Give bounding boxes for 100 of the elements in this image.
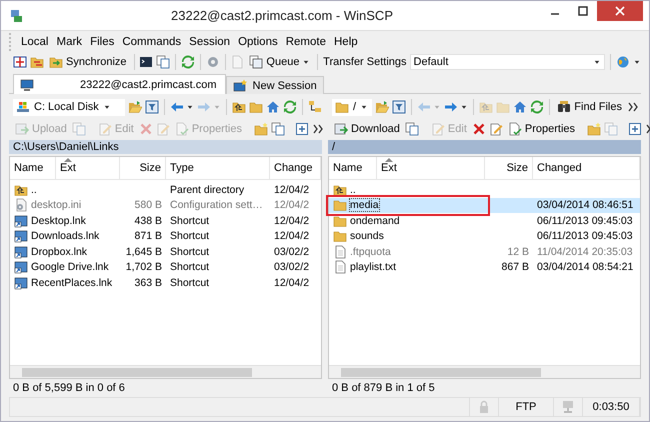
dropdown-caret-icon[interactable]	[302, 58, 310, 66]
gear-icon[interactable]	[206, 55, 220, 69]
shortcut-icon	[14, 214, 28, 228]
dropdown-caret-icon[interactable]	[593, 58, 602, 66]
selected-file-row[interactable]: media 03/04/2014 08:46:51	[329, 198, 640, 213]
type-text: Shortcut	[170, 246, 210, 258]
menu-item[interactable]: Commands	[118, 36, 186, 48]
file-name[interactable]: Downloads.lnk	[31, 230, 100, 242]
synchronize-button[interactable]: Synchronize	[47, 54, 129, 70]
monitor-icon	[20, 78, 34, 92]
network-icon	[561, 400, 575, 414]
forward-arrow-icon[interactable]	[444, 100, 458, 114]
date-text: 12/04/2	[274, 184, 310, 196]
find-files-button[interactable]: Find Files	[555, 99, 624, 115]
maximize-icon	[578, 6, 588, 16]
plus-icon[interactable]	[294, 122, 309, 136]
download-button[interactable]: Download	[332, 121, 402, 137]
file-name[interactable]: desktop.ini	[31, 199, 82, 212]
dropdown-caret-icon[interactable]	[186, 103, 194, 111]
column-header[interactable]: Name	[329, 157, 377, 179]
copy-icon[interactable]	[156, 55, 170, 69]
move-icon[interactable]	[270, 122, 285, 136]
settings-file-icon	[14, 198, 28, 212]
app-logo-icon	[9, 8, 23, 22]
copy-icon[interactable]	[404, 122, 419, 136]
dropdown-caret-icon[interactable]	[460, 103, 468, 111]
size-text: 12 B	[507, 246, 529, 258]
date-text: 12/04/2	[274, 199, 310, 212]
location-dropdown[interactable]: C: Local Disk	[13, 98, 126, 116]
menu-item[interactable]: Files	[86, 36, 118, 48]
column-header[interactable]: Size	[120, 157, 166, 179]
new-folder-icon[interactable]	[254, 122, 268, 136]
file-name[interactable]: ondemand	[350, 214, 400, 227]
location-dropdown[interactable]: /	[332, 98, 372, 116]
lock-icon	[477, 400, 491, 414]
queue-icon	[249, 55, 264, 69]
new-folder-icon[interactable]	[587, 122, 602, 136]
queue-button[interactable]: Queue	[247, 54, 312, 70]
refresh-icon[interactable]	[180, 55, 195, 69]
menu-item[interactable]: Options	[234, 36, 282, 48]
session-tab[interactable]: 23222@cast2.primcast.com	[13, 74, 226, 94]
dropdown-caret-icon[interactable]	[102, 103, 111, 111]
home-icon[interactable]	[266, 100, 280, 114]
transfer-settings-dropdown[interactable]: Default	[410, 54, 606, 70]
column-header[interactable]: Name	[10, 157, 56, 179]
menu-item[interactable]: Mark	[52, 36, 86, 48]
file-name[interactable]: .ftpquota	[350, 246, 391, 258]
delete-icon[interactable]	[472, 122, 486, 136]
open-folder-icon[interactable]	[375, 100, 390, 114]
file-name[interactable]: playlist.txt	[350, 261, 396, 274]
folder-icon	[333, 198, 347, 212]
column-header[interactable]: Ext	[56, 157, 120, 179]
folder-icon	[333, 214, 347, 228]
properties-button[interactable]: Properties	[506, 121, 578, 137]
horizontal-scrollbar[interactable]	[10, 365, 321, 378]
file-name[interactable]: Google Drive.lnk	[31, 261, 109, 274]
terminal-icon[interactable]	[139, 55, 154, 69]
file-name[interactable]: ..	[31, 184, 37, 196]
plus-icon[interactable]	[628, 122, 642, 136]
filter-icon[interactable]	[392, 100, 406, 114]
sync-folder-icon	[49, 55, 63, 69]
tree-icon[interactable]	[308, 100, 322, 114]
file-name[interactable]: ..	[350, 184, 356, 196]
type-text: Shortcut	[170, 261, 210, 274]
back-arrow-icon[interactable]	[170, 100, 184, 114]
refresh-icon[interactable]	[283, 100, 298, 114]
column-header[interactable]: Change	[270, 157, 321, 179]
open-folder-icon[interactable]	[128, 100, 142, 114]
file-name[interactable]: Dropbox.lnk	[31, 246, 88, 258]
filter-icon[interactable]	[145, 100, 160, 114]
file-name[interactable]: RecentPlaces.lnk	[31, 276, 112, 289]
menu-item[interactable]: Help	[330, 36, 362, 48]
transfer-settings-label: Transfer Settings	[323, 56, 407, 68]
column-header[interactable]: Ext	[377, 157, 485, 179]
properties-icon	[508, 122, 522, 136]
size-text: 871 B	[134, 230, 162, 242]
home-icon[interactable]	[513, 100, 528, 114]
column-header[interactable]: Type	[166, 157, 270, 179]
size-text: 363 B	[134, 276, 162, 289]
selection-status: 0 B of 879 B in 1 of 5	[332, 382, 435, 394]
column-header[interactable]: Changed	[533, 157, 640, 179]
dropdown-caret-icon[interactable]	[360, 103, 368, 111]
size-text: 1,645 B	[126, 246, 162, 258]
size-text: 438 B	[134, 214, 162, 227]
file-name[interactable]: sounds	[350, 230, 384, 242]
column-header[interactable]: Size	[485, 157, 533, 179]
horizontal-scrollbar[interactable]	[329, 365, 640, 378]
menu-item[interactable]: Local	[17, 36, 52, 48]
session-tab[interactable]: New Session	[226, 76, 324, 94]
dropdown-caret-icon[interactable]	[633, 58, 642, 66]
parent-folder-icon[interactable]	[232, 100, 246, 114]
menu-item[interactable]: Session	[185, 36, 234, 48]
close-button[interactable]	[597, 1, 643, 21]
compare-icon[interactable]	[13, 55, 27, 69]
file-name[interactable]: Desktop.lnk	[31, 214, 86, 227]
refresh-icon[interactable]	[530, 100, 544, 114]
menu-item[interactable]: Remote	[282, 36, 330, 48]
folders-icon[interactable]	[30, 55, 44, 69]
file-name[interactable]: media	[350, 199, 379, 212]
rename-icon[interactable]	[488, 122, 503, 136]
